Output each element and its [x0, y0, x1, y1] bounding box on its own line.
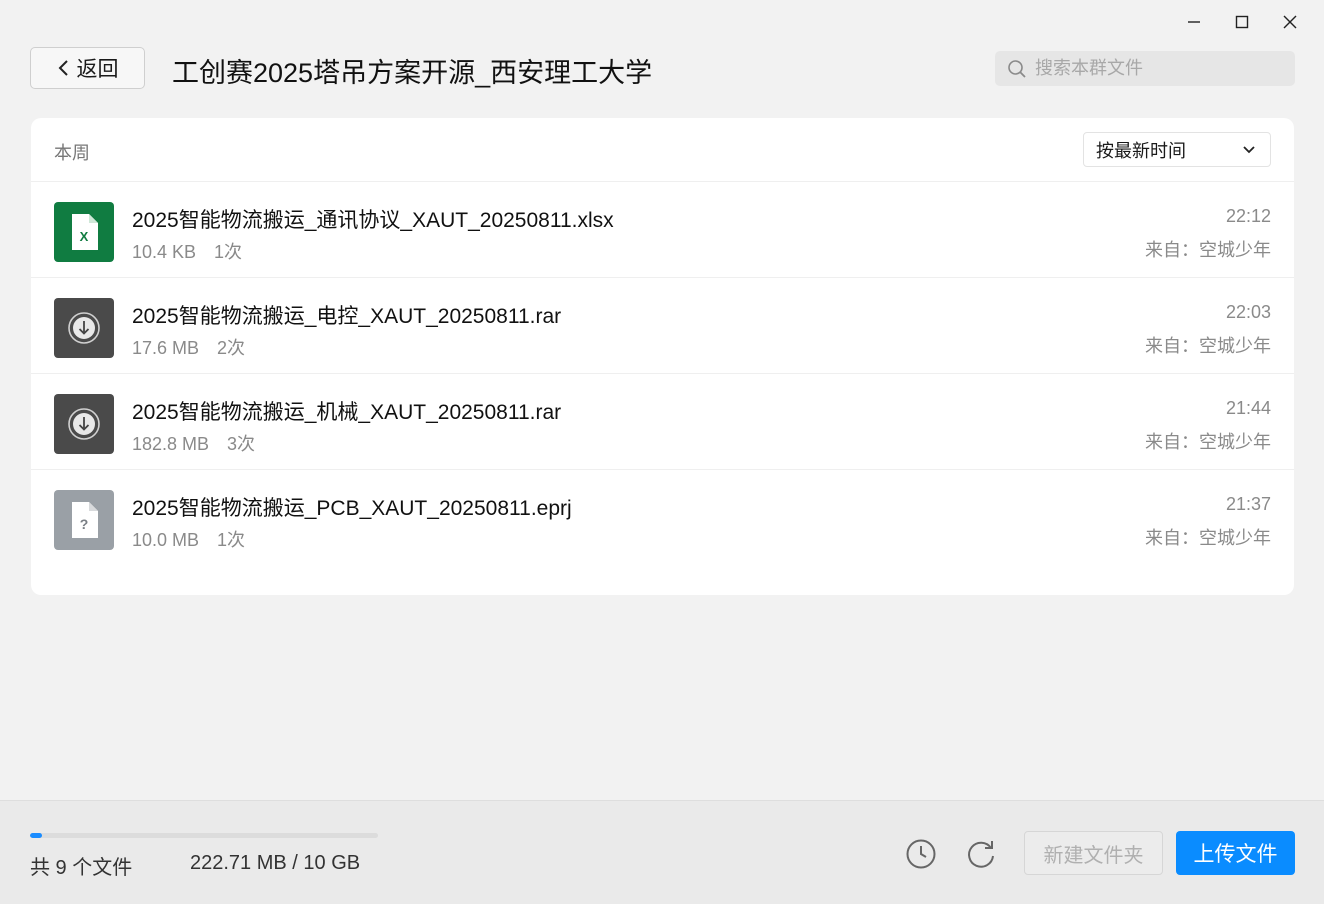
close-button[interactable] — [1266, 8, 1314, 36]
file-list: X 2025智能物流搬运_通讯协议_XAUT_20250811.xlsx 10.… — [31, 181, 1294, 565]
footer-bar: 共 9 个文件 222.71 MB / 10 GB 新建文件夹 上传文件 — [0, 800, 1324, 904]
file-list-panel: 本周 按最新时间 X 2025智能物流搬运_通讯协议_XAUT_20250811… — [31, 118, 1294, 595]
file-name: 2025智能物流搬运_电控_XAUT_20250811.rar — [132, 305, 562, 328]
file-name: 2025智能物流搬运_机械_XAUT_20250811.rar — [132, 401, 562, 424]
download-count: 1次 — [217, 530, 246, 550]
file-uploader: 来自：空城少年 — [1145, 336, 1271, 356]
storage-progress-bar — [30, 833, 378, 838]
unknown-file-icon: ? — [54, 490, 114, 550]
file-meta: 10.4 KB 1次 — [132, 238, 242, 264]
archive-file-icon — [54, 394, 114, 454]
history-button[interactable] — [904, 837, 938, 871]
file-size: 10.4 KB — [132, 242, 197, 262]
storage-usage: 222.71 MB / 10 GB — [190, 852, 361, 874]
sort-dropdown[interactable]: 按最新时间 — [1083, 132, 1271, 167]
maximize-button[interactable] — [1218, 8, 1266, 36]
download-count: 2次 — [217, 338, 246, 358]
download-count: 3次 — [227, 434, 256, 454]
excel-file-icon: X — [54, 202, 114, 262]
section-label: 本周 — [54, 143, 90, 163]
archive-file-icon — [54, 298, 114, 358]
file-meta: 17.6 MB 2次 — [132, 334, 245, 360]
download-icon — [68, 408, 100, 440]
window-controls — [1170, 8, 1314, 36]
file-size: 10.0 MB — [132, 530, 200, 550]
file-meta: 10.0 MB 1次 — [132, 526, 245, 552]
clock-icon — [906, 839, 936, 869]
new-folder-button[interactable]: 新建文件夹 — [1024, 831, 1163, 875]
back-button[interactable]: 返回 — [30, 47, 145, 89]
storage-progress-fill — [30, 833, 43, 838]
close-icon — [1283, 15, 1297, 29]
sort-label: 按最新时间 — [1096, 140, 1186, 161]
refresh-icon — [968, 841, 994, 868]
file-uploader: 来自：空城少年 — [1145, 240, 1271, 260]
svg-text:X: X — [80, 229, 89, 244]
file-row[interactable]: ? 2025智能物流搬运_PCB_XAUT_20250811.eprj 10.0… — [31, 469, 1294, 565]
chevron-down-icon — [1243, 145, 1255, 153]
file-row[interactable]: 2025智能物流搬运_机械_XAUT_20250811.rar 182.8 MB… — [31, 373, 1294, 469]
file-uploader: 来自：空城少年 — [1145, 432, 1271, 452]
file-uploader: 来自：空城少年 — [1145, 528, 1271, 548]
chevron-left-icon — [58, 60, 68, 76]
minimize-icon — [1188, 21, 1200, 23]
file-count: 共 9 个文件 — [30, 857, 133, 879]
file-time: 22:03 — [1225, 302, 1271, 322]
file-size: 17.6 MB — [132, 338, 200, 358]
file-meta: 182.8 MB 3次 — [132, 430, 255, 456]
file-time: 21:44 — [1225, 398, 1271, 418]
page-title: 工创赛2025塔吊方案开源_西安理工大学 — [172, 58, 653, 88]
file-name: 2025智能物流搬运_PCB_XAUT_20250811.eprj — [132, 497, 572, 520]
maximize-icon — [1235, 15, 1249, 29]
search-box[interactable] — [995, 51, 1295, 86]
file-time: 22:12 — [1225, 206, 1271, 226]
refresh-button[interactable] — [964, 837, 998, 871]
back-label: 返回 — [76, 58, 119, 81]
file-row[interactable]: 2025智能物流搬运_电控_XAUT_20250811.rar 17.6 MB 2… — [31, 277, 1294, 373]
download-icon — [68, 312, 100, 344]
file-size: 182.8 MB — [132, 434, 210, 454]
download-count: 1次 — [214, 242, 243, 262]
file-name: 2025智能物流搬运_通讯协议_XAUT_20250811.xlsx — [132, 209, 614, 232]
svg-text:?: ? — [80, 516, 89, 532]
upload-file-button[interactable]: 上传文件 — [1176, 831, 1295, 875]
search-input[interactable] — [1033, 57, 1277, 80]
file-row[interactable]: X 2025智能物流搬运_通讯协议_XAUT_20250811.xlsx 10.… — [31, 181, 1294, 277]
file-time: 21:37 — [1225, 494, 1271, 514]
search-icon — [1008, 59, 1026, 78]
minimize-button[interactable] — [1170, 8, 1218, 36]
